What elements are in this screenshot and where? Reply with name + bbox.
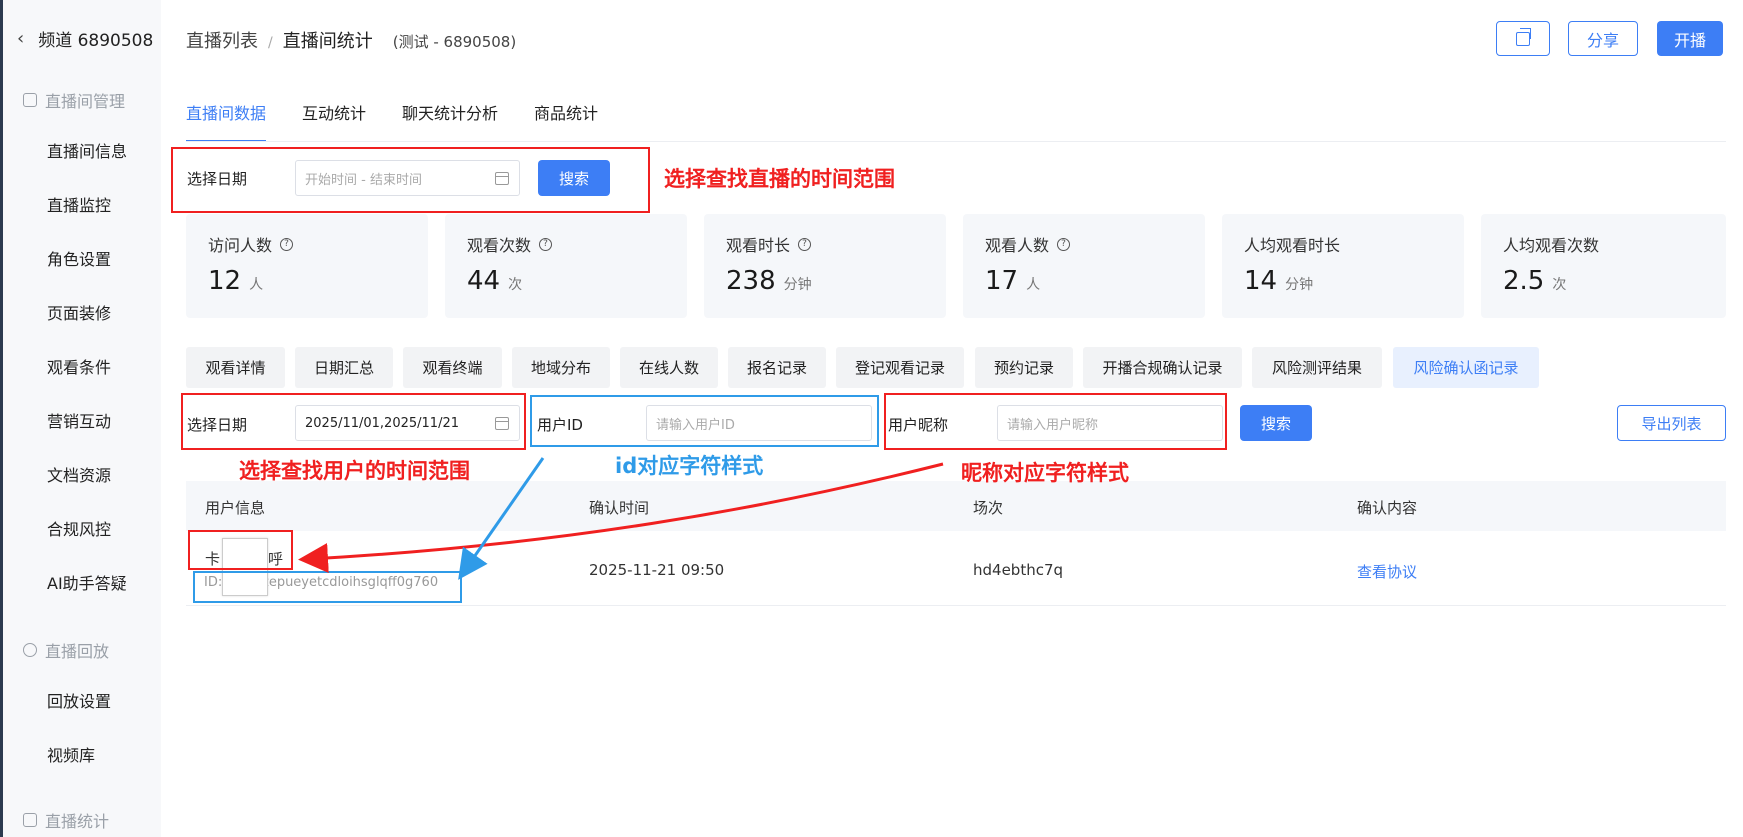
arrow-nickname (298, 462, 944, 573)
annotation-arrows (298, 457, 944, 580)
arrow-user-id (458, 457, 545, 580)
app-root: ‹ 频道 6890508 直播间管理 直播间信息 直播监控 角色设置 页面装修 … (0, 0, 1743, 837)
